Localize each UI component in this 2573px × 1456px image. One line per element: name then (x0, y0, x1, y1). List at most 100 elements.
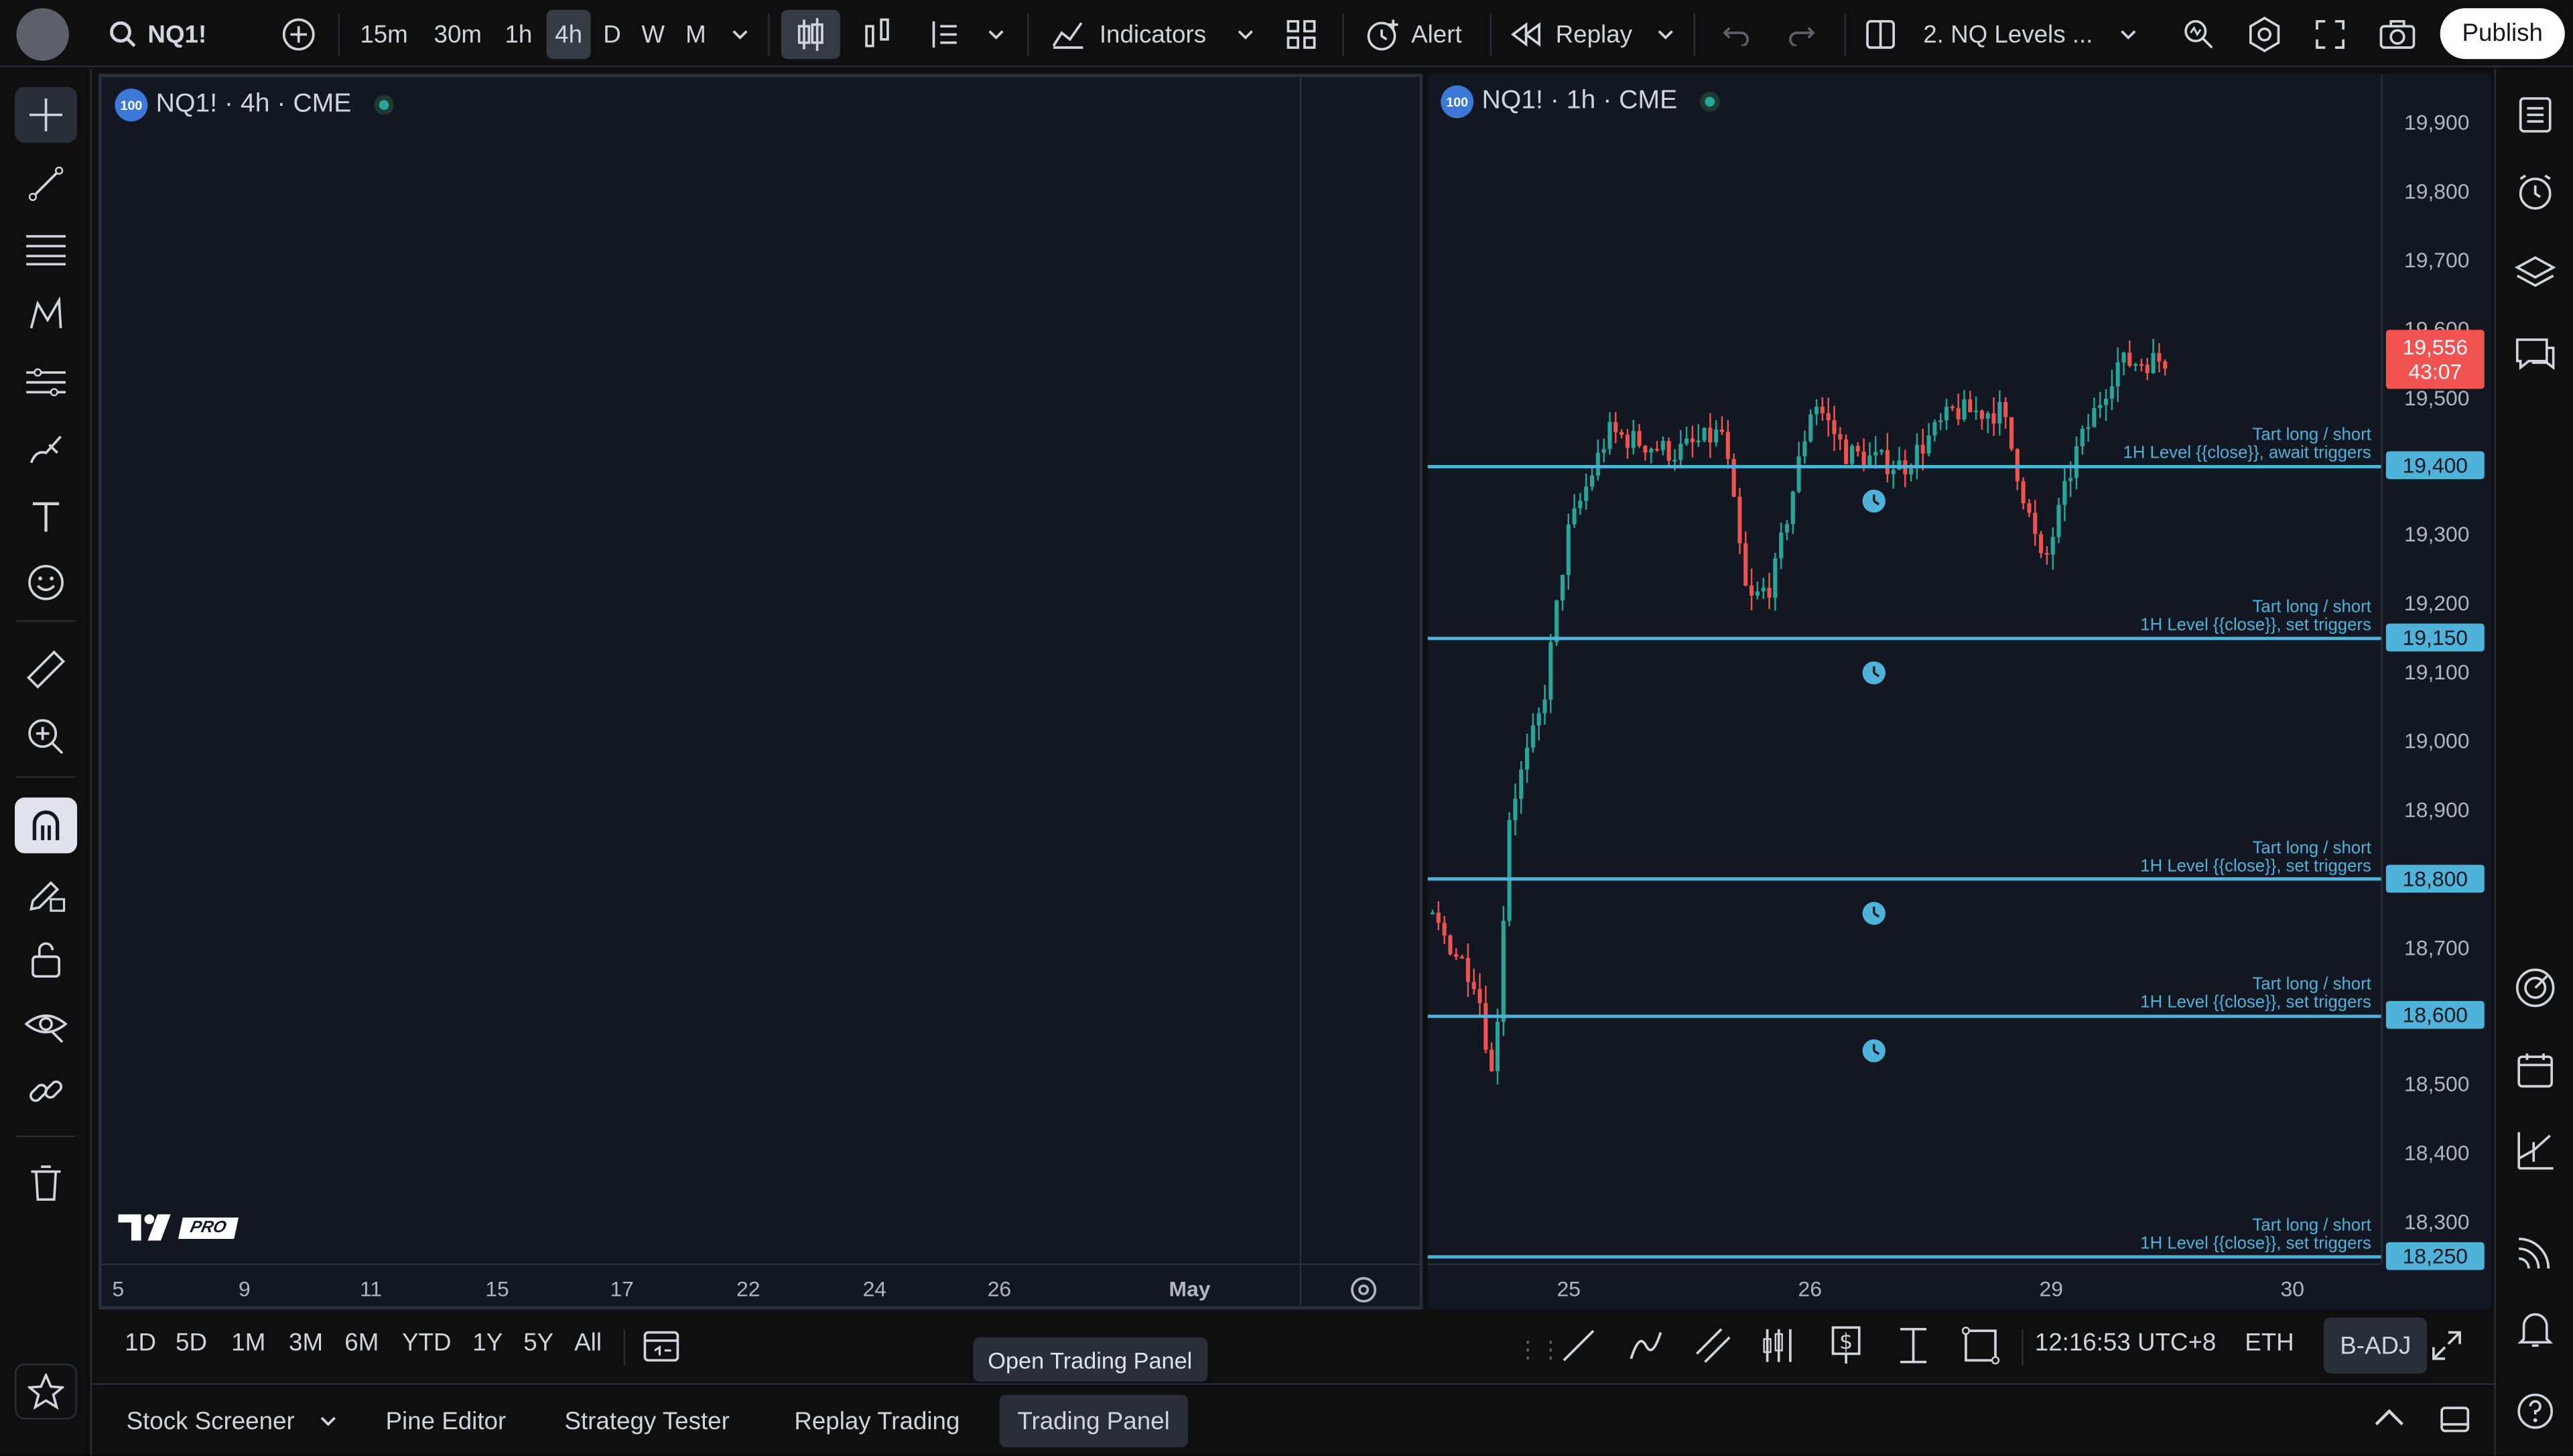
tab-trading-panel[interactable]: Trading Panel (999, 1394, 1188, 1448)
watchlist-button[interactable] (2509, 88, 2562, 141)
remove-drawings-tool[interactable] (15, 1155, 77, 1211)
measure-quick[interactable] (1894, 1326, 1933, 1366)
magnet-tool[interactable] (15, 797, 78, 854)
crosshair-tool[interactable] (15, 86, 78, 143)
path-quick[interactable] (1626, 1326, 1666, 1366)
fullscreen-button[interactable] (2307, 10, 2353, 59)
templates-button[interactable] (1276, 10, 1325, 59)
layout-button[interactable] (1857, 10, 1904, 59)
publish-button[interactable]: Publish (2440, 8, 2565, 60)
range-3m[interactable]: 3M (289, 1329, 323, 1358)
screenshot-button[interactable] (2373, 10, 2422, 59)
range-1y[interactable]: 1Y (472, 1329, 503, 1358)
replay-button[interactable]: Replay (1503, 10, 1638, 59)
alert-button[interactable]: Alert (1359, 10, 1480, 59)
adjustment-toggle[interactable]: B-ADJ (2323, 1317, 2428, 1374)
text-tool[interactable] (15, 489, 77, 545)
options-button[interactable] (2509, 1124, 2562, 1177)
interval-d[interactable]: D (594, 10, 631, 59)
hotlists-button[interactable] (2509, 962, 2562, 1014)
alerts-sidebar-button[interactable] (2509, 166, 2562, 218)
quick-search-button[interactable] (2176, 10, 2222, 59)
chart-style-button[interactable] (919, 10, 968, 59)
alert-clock-icon[interactable] (1862, 1039, 1886, 1063)
price-axis-1h[interactable]: 19,900 19,800 19,700 19,600 19,500 19,300 19,2… (2381, 74, 2491, 1270)
interval-1h[interactable]: 1h (496, 10, 542, 59)
chart-pane-1h[interactable]: 100 NQ1! · 1h · CME 19,900 19,800 19,700 19… (1427, 74, 2491, 1310)
interval-dropdown[interactable] (722, 10, 758, 59)
undo-button[interactable] (1713, 10, 1760, 59)
chats-button[interactable] (2509, 328, 2562, 381)
parallel-channel-quick[interactable] (1693, 1326, 1733, 1366)
symbol-search[interactable]: NQ1! (98, 10, 230, 59)
go-to-date-button[interactable] (643, 1327, 679, 1364)
range-1m[interactable]: 1M (231, 1329, 265, 1358)
layout-dropdown[interactable] (2110, 10, 2146, 59)
compare-button[interactable] (275, 10, 322, 59)
indicators-dropdown[interactable] (1228, 10, 1264, 59)
drag-handle[interactable]: ⋮⋮ (1516, 1335, 1563, 1364)
measure-tool[interactable] (15, 642, 77, 698)
time-axis-1h[interactable]: 25 26 29 30 (1427, 1263, 2381, 1310)
interval-4h[interactable]: 4h (546, 9, 591, 60)
interval-w[interactable]: W (633, 10, 673, 59)
trend-line-quick[interactable] (1559, 1326, 1599, 1366)
maximize-panel-button[interactable] (2438, 1404, 2471, 1434)
interval-m[interactable]: M (676, 10, 716, 59)
pattern-tool[interactable] (15, 287, 77, 343)
object-tree-button[interactable] (2509, 246, 2562, 298)
hide-drawings-tool[interactable] (15, 998, 77, 1053)
range-all[interactable]: All (574, 1329, 602, 1358)
candles-chart-type-button[interactable] (781, 9, 840, 60)
brush-tool[interactable] (15, 421, 77, 477)
symbol-logo-icon: 100 (1441, 85, 1474, 119)
range-6m[interactable]: 6M (344, 1329, 379, 1358)
link-tool[interactable] (15, 1063, 77, 1119)
layout-name[interactable]: 2. NQ Levels ... (1914, 10, 2107, 59)
redo-button[interactable] (1779, 10, 1825, 59)
alert-clock-icon[interactable] (1862, 661, 1886, 685)
session-toggle[interactable]: ETH (2245, 1329, 2294, 1358)
range-5d[interactable]: 5D (176, 1329, 207, 1358)
trend-line-tool[interactable] (15, 156, 77, 212)
tab-stock-screener[interactable]: Stock Screener (109, 1395, 356, 1447)
chart-style-dropdown[interactable] (978, 10, 1014, 59)
tab-replay-trading[interactable]: Replay Trading (776, 1395, 978, 1447)
interval-15m[interactable]: 15m (351, 10, 417, 59)
notifications-button[interactable] (2509, 1303, 2562, 1355)
line-tool-icon (1563, 1329, 1595, 1362)
bars-chart-type-button[interactable] (853, 10, 902, 59)
tab-pine-editor[interactable]: Pine Editor (368, 1395, 525, 1447)
price-axis-4h[interactable]: 20,50020,25019,75019,25019,00018,75018,5… (1299, 77, 1420, 1264)
settings-button[interactable] (2241, 10, 2288, 59)
interval-30m[interactable]: 30m (423, 10, 492, 59)
chart-pane-4h[interactable]: 100 NQ1! · 4h · CME 20,50020,25019,75019… (98, 74, 1423, 1310)
indicators-button[interactable]: Indicators (1044, 10, 1215, 59)
bars-pattern-quick[interactable] (1759, 1326, 1798, 1366)
news-stream-button[interactable] (2509, 1226, 2562, 1278)
tab-strategy-tester[interactable]: Strategy Tester (547, 1395, 748, 1447)
alert-clock-icon[interactable] (1862, 902, 1886, 925)
time-axis-4h[interactable]: 5 9 11 15 17 22 24 26 May (101, 1263, 1300, 1307)
help-button[interactable] (2509, 1385, 2562, 1437)
replay-dropdown[interactable] (1648, 10, 1684, 59)
zoom-in-tool[interactable] (15, 709, 77, 765)
favorites-tool[interactable] (15, 1364, 78, 1420)
range-ytd[interactable]: YTD (402, 1329, 451, 1358)
axis-settings-button[interactable] (1299, 1263, 1420, 1307)
range-5y[interactable]: 5Y (523, 1329, 553, 1358)
rectangle-quick[interactable] (1961, 1326, 2001, 1366)
forecast-tool[interactable] (15, 354, 77, 410)
maximize-chart-button[interactable] (2430, 1329, 2463, 1362)
range-1d[interactable]: 1D (125, 1329, 156, 1358)
lock-drawings-tool[interactable] (15, 932, 77, 988)
collapse-panel-button[interactable] (2373, 1408, 2405, 1427)
emoji-tool[interactable] (15, 555, 77, 610)
alert-clock-icon[interactable] (1862, 489, 1886, 513)
user-avatar[interactable] (16, 8, 69, 61)
horizontal-lines-tool[interactable] (15, 222, 77, 277)
calendar-button[interactable] (2509, 1044, 2562, 1096)
stay-in-drawing-tool[interactable] (15, 866, 77, 922)
price-note-quick[interactable]: $ (1827, 1326, 1866, 1366)
current-time[interactable]: 12:16:53 UTC+8 (2035, 1329, 2217, 1358)
